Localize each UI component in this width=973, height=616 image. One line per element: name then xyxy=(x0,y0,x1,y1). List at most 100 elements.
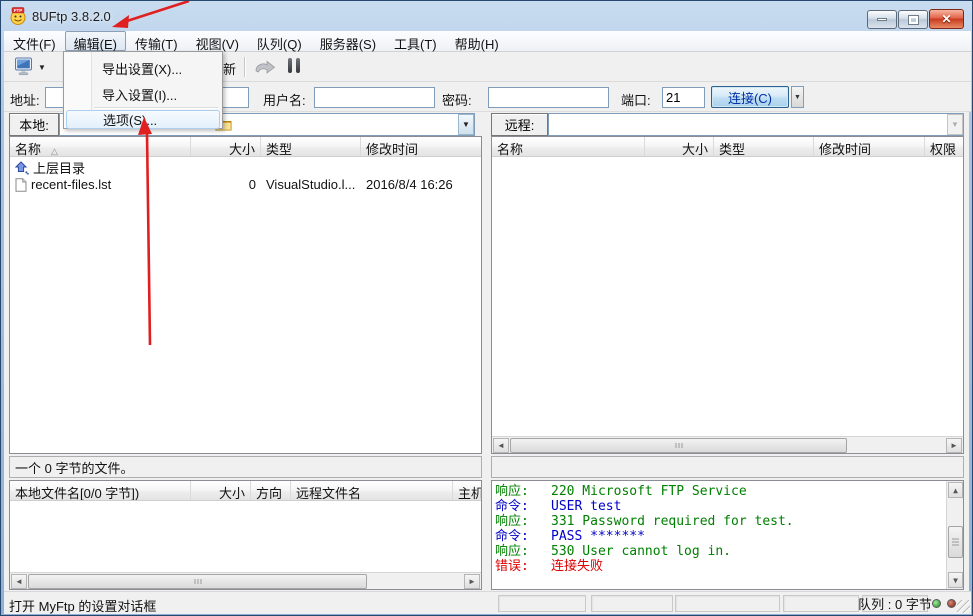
file-size: 0 xyxy=(191,177,261,192)
queue-col-direction[interactable]: 方向 xyxy=(251,481,291,500)
remote-file-panel: 名称 大小 类型 修改时间 权限 ◄ ► xyxy=(491,136,964,454)
remote-col-size[interactable]: 大小 xyxy=(645,137,714,156)
remote-path-combobox[interactable] xyxy=(548,113,964,136)
annotation-arrowhead-icon xyxy=(112,15,129,28)
menu-tools[interactable]: 工具(T) xyxy=(385,31,446,51)
log-text: 连接失败 xyxy=(551,559,603,574)
local-col-modified[interactable]: 修改时间 xyxy=(361,137,481,156)
annotation-line xyxy=(127,1,189,21)
menu-queue[interactable]: 队列(Q) xyxy=(248,31,311,51)
log-line: 响应: 530 User cannot log in. xyxy=(495,544,943,559)
log-panel: 响应: 220 Microsoft FTP Service 命令: USER t… xyxy=(491,480,964,590)
pause-icon xyxy=(288,58,292,73)
transfer-arrow-icon xyxy=(253,58,277,76)
statusbar: 打开 MyFtp 的设置对话框 队列 : 0 字节 xyxy=(4,591,971,614)
scroll-thumb[interactable] xyxy=(948,526,963,558)
password-input[interactable] xyxy=(488,87,609,108)
minimize-icon xyxy=(877,18,887,21)
queue-col-size[interactable]: 大小 xyxy=(191,481,251,500)
statusbar-cell xyxy=(498,595,586,612)
log-line: 错误: 连接失败 xyxy=(495,559,943,574)
status-led-green-icon xyxy=(932,599,941,608)
transfer-queue-panel: 本地文件名[0/0 字节]) 大小 方向 远程文件名 主机 ◄ ► xyxy=(9,480,482,590)
log-label: 命令: xyxy=(495,529,541,544)
menu-edit[interactable]: 编辑(E) xyxy=(65,31,126,51)
maximize-button[interactable] xyxy=(898,10,928,29)
chevron-down-icon: ▼ xyxy=(794,94,801,101)
local-status-strip: 一个 0 字节的文件。 xyxy=(9,456,482,478)
toolbar-separator xyxy=(244,57,245,77)
resize-grip[interactable] xyxy=(957,600,970,613)
local-combo-dropdown[interactable]: ▼ xyxy=(458,114,474,135)
chevron-down-icon: ▼ xyxy=(951,120,959,129)
pause-icon xyxy=(296,58,300,73)
menu-help[interactable]: 帮助(H) xyxy=(446,31,508,51)
close-button[interactable]: ✕ xyxy=(929,9,964,29)
app-window: FTP 8UFtp 3.8.2.0 ✕ 文件(F) 编辑(E) 传输(T) 视图… xyxy=(0,0,973,616)
scroll-right-icon[interactable]: ► xyxy=(464,574,480,589)
queue-column-headers: 本地文件名[0/0 字节]) 大小 方向 远程文件名 主机 xyxy=(10,481,481,501)
menu-item-options[interactable]: 选项(S)... xyxy=(66,110,220,129)
file-name: 上层目录 xyxy=(33,158,85,177)
scroll-thumb[interactable] xyxy=(510,438,847,453)
local-file-panel: 名称△ 大小 类型 修改时间 上层目录 recent- xyxy=(9,136,482,454)
statusbar-message: 打开 MyFtp 的设置对话框 xyxy=(9,596,156,615)
scroll-down-icon[interactable]: ▼ xyxy=(948,572,963,588)
scroll-left-icon[interactable]: ◄ xyxy=(493,438,509,453)
local-tab[interactable]: 本地: xyxy=(9,113,59,136)
minimize-button[interactable] xyxy=(867,10,897,29)
connect-dropdown-button[interactable]: ▼ xyxy=(791,86,804,108)
local-col-size[interactable]: 大小 xyxy=(191,137,261,156)
menu-server[interactable]: 服务器(S) xyxy=(311,31,385,51)
username-label: 用户名: xyxy=(263,90,306,109)
remote-col-name[interactable]: 名称 xyxy=(492,137,645,156)
transfer-button[interactable] xyxy=(253,58,277,76)
scroll-thumb[interactable] xyxy=(28,574,367,589)
remote-hscrollbar[interactable]: ◄ ► xyxy=(492,436,963,453)
remote-column-headers: 名称 大小 类型 修改时间 权限 xyxy=(492,137,963,157)
pause-button[interactable] xyxy=(288,58,300,73)
remote-col-type[interactable]: 类型 xyxy=(714,137,814,156)
connect-button[interactable]: 连接(C) xyxy=(711,86,789,108)
remote-tab[interactable]: 远程: xyxy=(491,113,548,136)
remote-col-permission[interactable]: 权限 xyxy=(925,137,963,156)
log-line: 命令: USER test xyxy=(495,499,943,514)
status-led-red-icon xyxy=(947,599,956,608)
statusbar-cell xyxy=(783,595,859,612)
scroll-up-icon[interactable]: ▲ xyxy=(948,482,963,498)
menu-file[interactable]: 文件(F) xyxy=(4,31,65,51)
table-row[interactable]: recent-files.lst 0 VisualStudio.l... 201… xyxy=(10,176,481,193)
log-label: 命令: xyxy=(495,499,541,514)
log-vscrollbar[interactable]: ▲ ▼ xyxy=(946,481,963,589)
port-input[interactable] xyxy=(662,87,705,108)
scroll-left-icon[interactable]: ◄ xyxy=(11,574,27,589)
address-label: 地址: xyxy=(10,90,40,109)
menubar: 文件(F) 编辑(E) 传输(T) 视图(V) 队列(Q) 服务器(S) 工具(… xyxy=(4,31,971,52)
close-icon: ✕ xyxy=(941,13,951,25)
menu-item-import-settings[interactable]: 导入设置(I)... xyxy=(66,82,220,106)
computer-icon xyxy=(13,57,35,77)
scroll-right-icon[interactable]: ► xyxy=(946,438,962,453)
log-text: 530 User cannot log in. xyxy=(551,544,731,559)
queue-col-host[interactable]: 主机 xyxy=(453,481,481,500)
log-line: 响应: 220 Microsoft FTP Service xyxy=(495,484,943,499)
log-label: 响应: xyxy=(495,514,541,529)
queue-col-localfile[interactable]: 本地文件名[0/0 字节]) xyxy=(10,481,191,500)
queue-hscrollbar[interactable]: ◄ ► xyxy=(10,572,481,589)
local-col-name[interactable]: 名称△ xyxy=(10,137,191,156)
up-directory-icon xyxy=(15,161,29,175)
username-input[interactable] xyxy=(314,87,435,108)
log-label: 响应: xyxy=(495,544,541,559)
edit-menu-dropdown: 导出设置(X)... 导入设置(I)... 选项(S)... xyxy=(63,51,223,129)
refresh-button-partial[interactable]: 新 xyxy=(223,59,236,78)
connect-site-button[interactable]: ▼ xyxy=(13,56,51,78)
queue-col-remotefile[interactable]: 远程文件名 xyxy=(291,481,453,500)
local-col-type[interactable]: 类型 xyxy=(261,137,361,156)
remote-status-strip xyxy=(491,456,964,478)
table-row[interactable]: 上层目录 xyxy=(10,159,481,176)
menu-view[interactable]: 视图(V) xyxy=(187,31,248,51)
menu-transfer[interactable]: 传输(T) xyxy=(126,31,187,51)
statusbar-cell xyxy=(675,595,780,612)
remote-col-modified[interactable]: 修改时间 xyxy=(814,137,925,156)
menu-item-export-settings[interactable]: 导出设置(X)... xyxy=(66,56,220,80)
